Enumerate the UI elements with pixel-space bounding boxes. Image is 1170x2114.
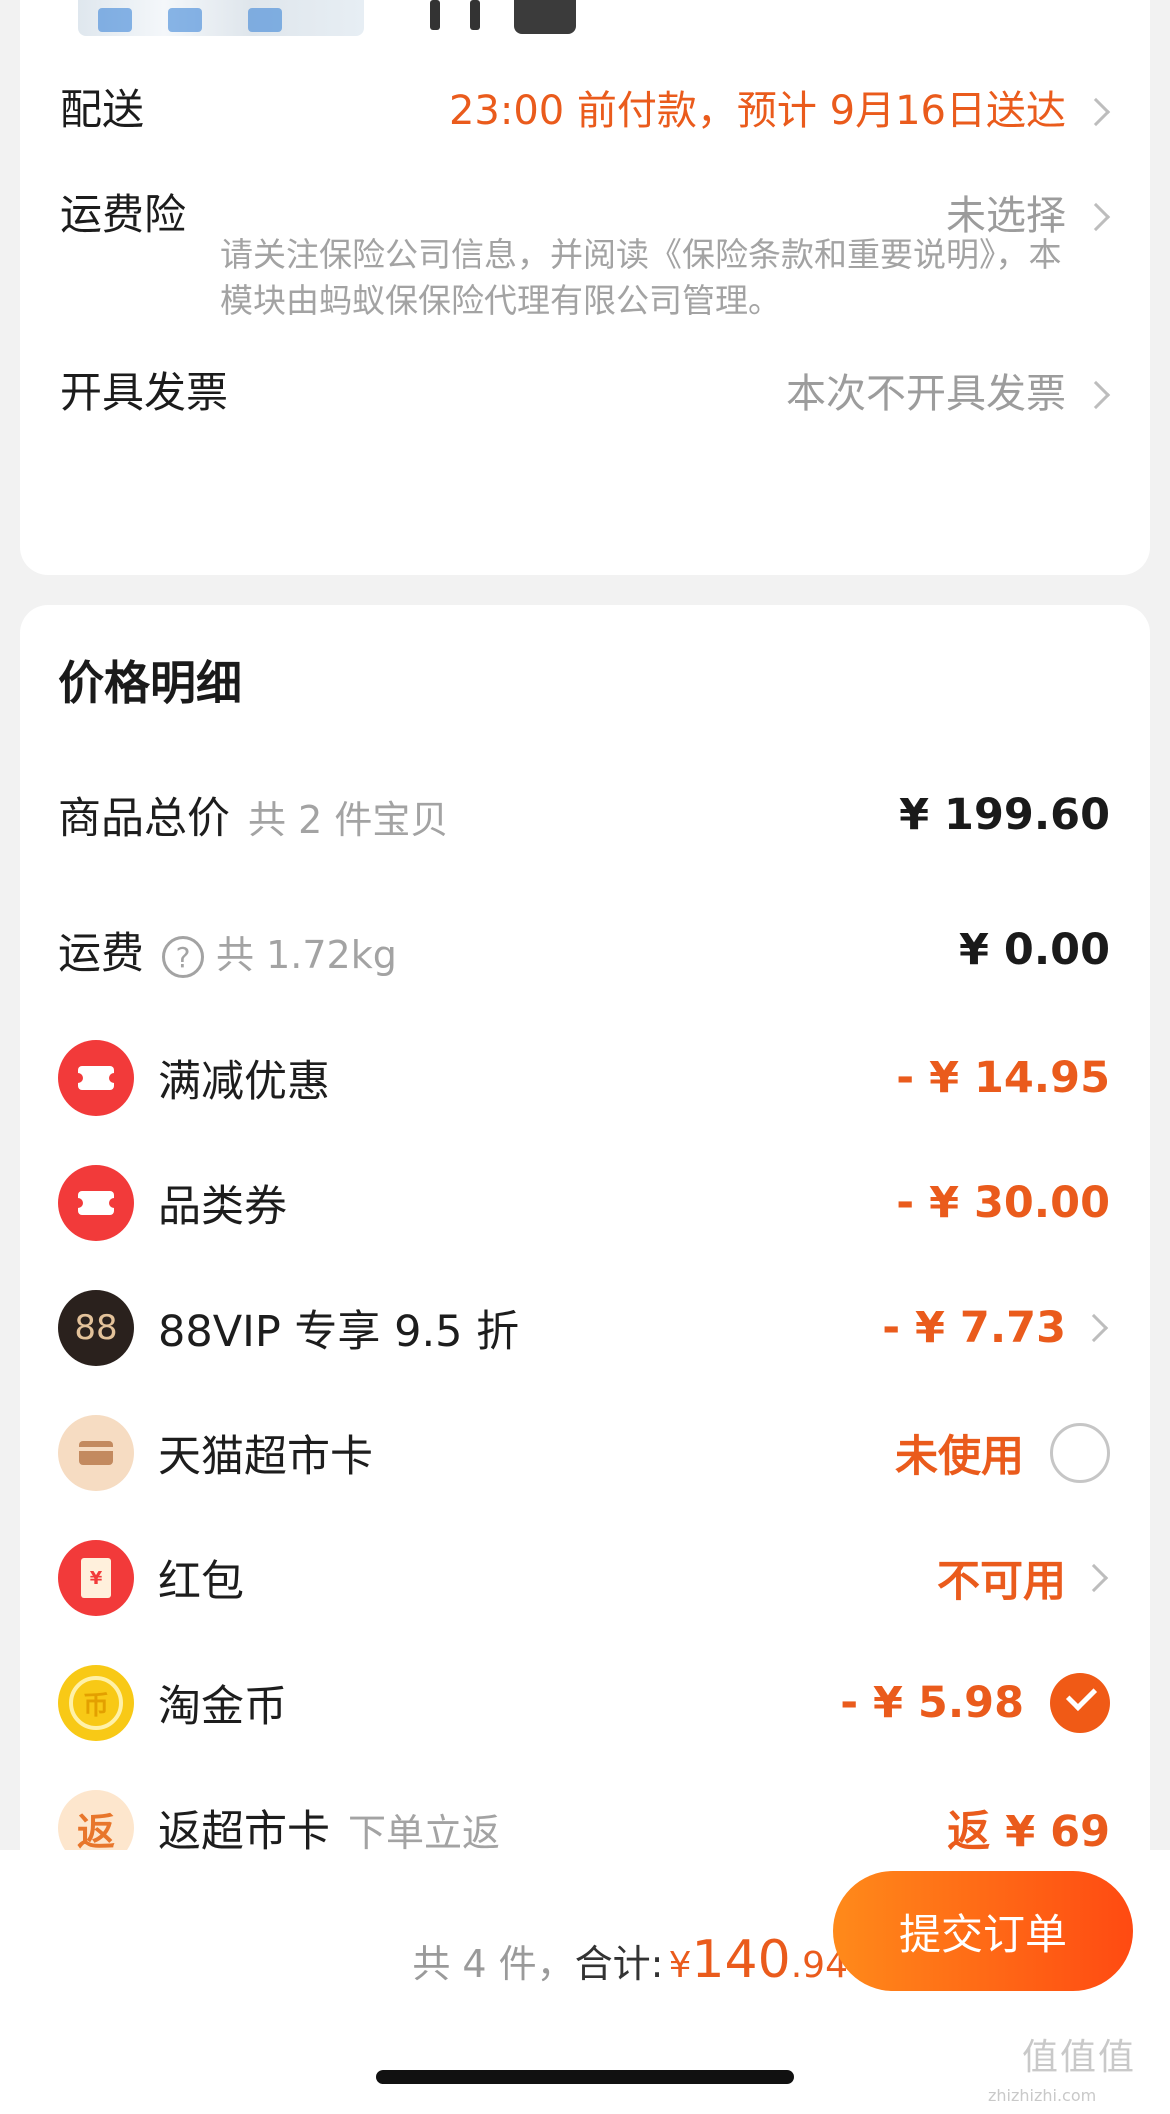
discount-row-taobao-coins[interactable]: 币 淘金币 - ¥ 5.98 [58, 1658, 1110, 1748]
coin-icon: 币 [58, 1665, 134, 1741]
discount-amount: - ¥ 30.00 [896, 1178, 1110, 1228]
88vip-icon: 88 [58, 1290, 134, 1366]
chevron-right-icon [1081, 380, 1111, 410]
chevron-right-icon [1079, 1313, 1109, 1343]
product-image [470, 0, 480, 30]
invoice-value: 本次不开具发票 [786, 371, 1066, 417]
freight-label: 运费? 共 1.72kg [58, 919, 397, 981]
chevron-right-icon [1081, 97, 1111, 127]
discount-label: 满减优惠 [158, 1057, 330, 1107]
discount-label: 淘金币 [158, 1682, 287, 1732]
product-thumbnail[interactable] [430, 0, 580, 36]
order-options-card: 配送 23:00 前付款，预计 9月16日送达 运费险 未选择 请关注保险公司信… [20, 0, 1150, 575]
delivery-value: 23:00 前付款，预计 9月16日送达 [448, 88, 1066, 134]
discount-amount: - ¥ 7.73 [882, 1303, 1066, 1353]
freight-text: 运费 [58, 929, 144, 979]
product-image [430, 0, 440, 30]
total-currency: ¥ [668, 1945, 692, 1986]
discount-amount: - ¥ 5.98 [840, 1678, 1024, 1728]
delivery-row[interactable]: 配送 23:00 前付款，预计 9月16日送达 [60, 60, 1111, 150]
invoice-label: 开具发票 [60, 368, 229, 417]
goods-total-label: 商品总价共 2 件宝贝 [58, 784, 448, 846]
radio-button[interactable] [1050, 1423, 1110, 1483]
discount-row-category-coupon: 品类券 - ¥ 30.00 [58, 1158, 1110, 1248]
discount-status: 不可用 [937, 1557, 1066, 1607]
card-icon [58, 1415, 134, 1491]
product-image [98, 8, 132, 32]
order-total: 共 4 件，合计: ¥140.94 [412, 1930, 848, 1990]
red-envelope-icon: ¥ [58, 1540, 134, 1616]
discount-row-88vip[interactable]: 88 88VIP 专享 9.5 折 - ¥ 7.73 [58, 1283, 1110, 1373]
checkbox-checked-icon[interactable] [1050, 1673, 1110, 1733]
insurance-note: 请关注保险公司信息，并阅读《保险条款和重要说明》，本模块由蚂蚁保保险代理有限公司… [220, 235, 1062, 320]
product-image [514, 0, 576, 34]
goods-total-amount: ¥ 199.60 [899, 790, 1110, 840]
goods-total-row: 商品总价共 2 件宝贝 ¥ 199.60 [58, 770, 1110, 860]
freight-amount: ¥ 0.00 [959, 925, 1110, 975]
discount-status: 未使用 [895, 1432, 1024, 1482]
discount-label: 红包 [158, 1557, 244, 1607]
price-detail-card: 价格明细 商品总价共 2 件宝贝 ¥ 199.60 运费? 共 1.72kg ¥ … [20, 605, 1150, 1905]
chevron-right-icon [1079, 1563, 1109, 1593]
watermark-logo: 值值值 [1022, 2037, 1137, 2078]
coupon-icon [58, 1040, 134, 1116]
watermark-url: zhizhizhi.com [988, 2086, 1097, 2105]
coupon-icon [58, 1165, 134, 1241]
discount-row-red-envelope[interactable]: ¥ 红包 不可用 [58, 1533, 1110, 1623]
product-thumbnail[interactable] [78, 0, 364, 36]
goods-total-text: 商品总价 [58, 794, 230, 844]
discount-label: 品类券 [158, 1182, 287, 1232]
item-count: 共 4 件， [412, 1942, 575, 1986]
discount-label: 88VIP 专享 9.5 折 [158, 1307, 520, 1357]
help-icon[interactable]: ? [162, 935, 204, 978]
discount-label: 天猫超市卡 [158, 1432, 373, 1482]
rebate-sub: 下单立返 [348, 1811, 501, 1855]
total-integer: 140 [691, 1930, 791, 1990]
freight-weight: 共 1.72kg [216, 933, 397, 977]
total-label: 合计: [574, 1942, 664, 1986]
home-indicator[interactable] [376, 2070, 794, 2084]
invoice-row[interactable]: 开具发票 本次不开具发票 [60, 343, 1111, 433]
discount-amount: - ¥ 14.95 [896, 1053, 1110, 1103]
section-title: 价格明细 [58, 656, 242, 710]
delivery-label: 配送 [60, 85, 145, 134]
product-image [248, 8, 282, 32]
shipping-insurance-label: 运费险 [60, 190, 187, 239]
goods-count: 共 2 件宝贝 [248, 798, 449, 842]
chevron-right-icon [1081, 202, 1111, 232]
discount-row-full-reduction: 满减优惠 - ¥ 14.95 [58, 1033, 1110, 1123]
freight-row: 运费? 共 1.72kg ¥ 0.00 [58, 905, 1110, 995]
product-image [168, 8, 202, 32]
discount-row-supermarket-card[interactable]: 天猫超市卡 未使用 [58, 1408, 1110, 1498]
submit-order-button[interactable]: 提交订单 [833, 1871, 1133, 1991]
